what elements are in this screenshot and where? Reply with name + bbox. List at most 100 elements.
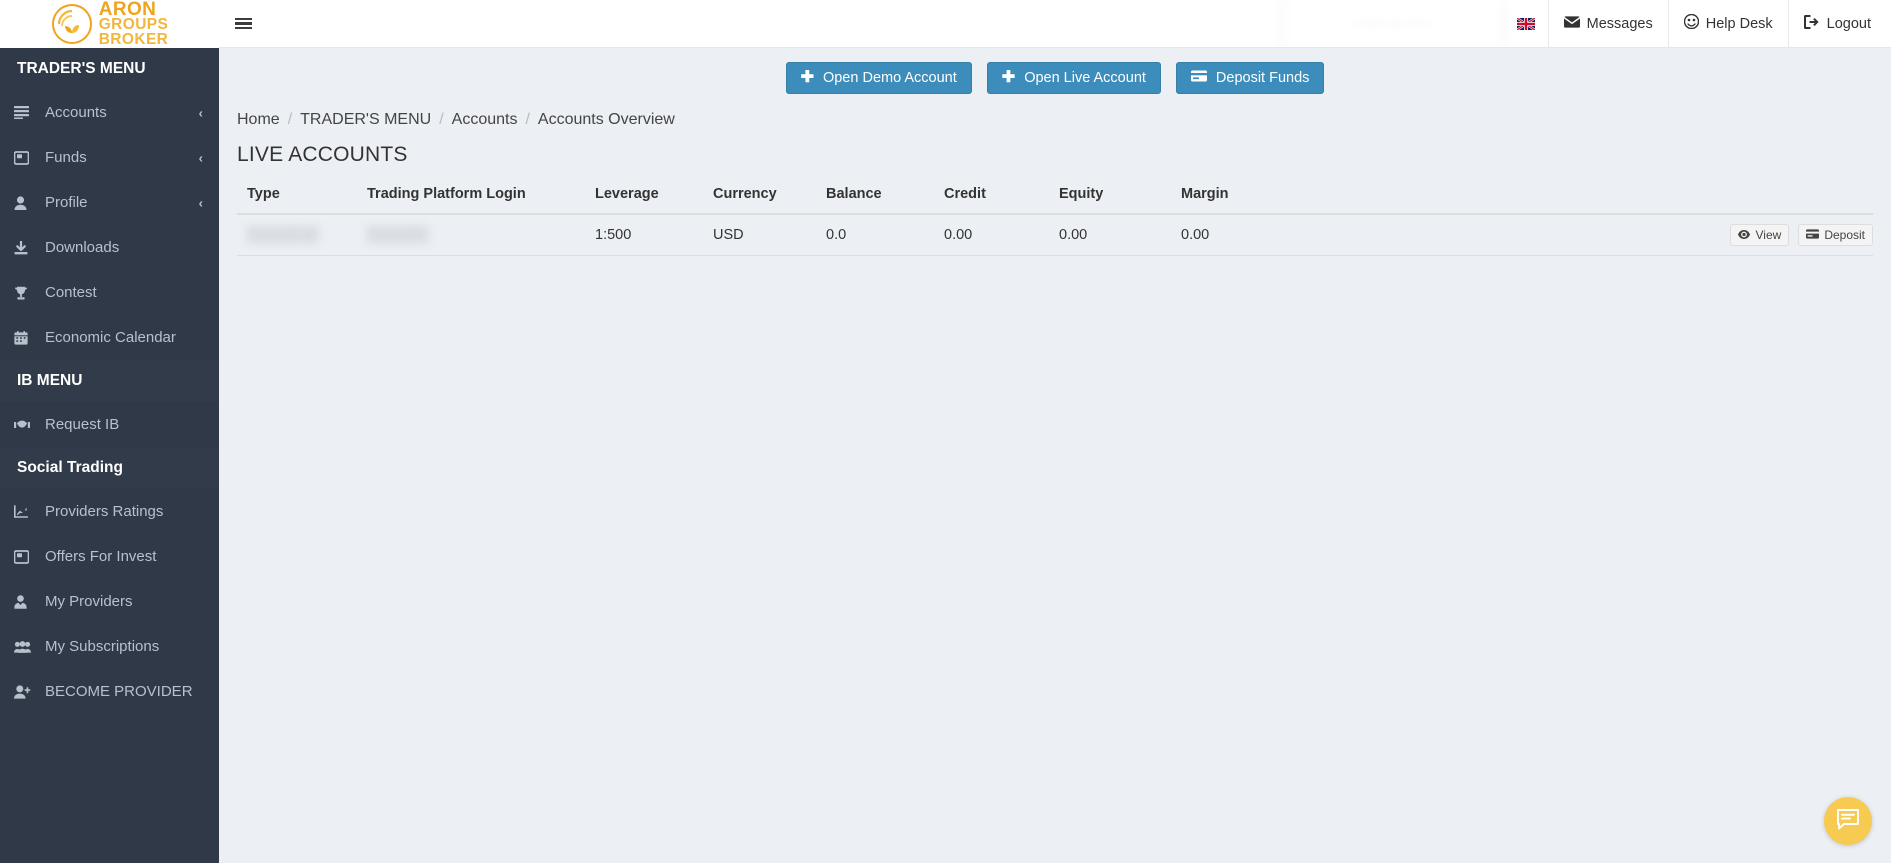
column-header-leverage: Leverage <box>585 177 703 215</box>
sidebar-item-label: My Providers <box>45 593 133 610</box>
brand-line-3: BROKER <box>98 30 169 48</box>
live-accounts-table-wrapper: Type Trading Platform Login Leverage Cur… <box>219 177 1891 256</box>
user-plus-icon <box>14 684 36 699</box>
sidebar-item-label: Accounts <box>45 104 107 121</box>
credit-card-icon <box>1806 228 1820 242</box>
breadcrumb: Home / TRADER'S MENU / Accounts / Accoun… <box>219 103 1891 129</box>
sidebar-item-providers-ratings[interactable]: Providers Ratings <box>0 489 219 534</box>
breadcrumb-separator: / <box>287 111 293 128</box>
language-selector[interactable] <box>1504 0 1549 47</box>
plus-icon: ✚ <box>1001 68 1016 86</box>
sidebar-item-label: My Subscriptions <box>45 638 160 655</box>
user-tie-icon <box>14 594 36 609</box>
sidebar-item-my-providers[interactable]: My Providers <box>0 579 219 624</box>
eye-icon <box>1738 228 1751 242</box>
breadcrumb-item-home[interactable]: Home <box>237 111 280 129</box>
sidebar-item-label: Providers Ratings <box>45 503 164 520</box>
sidebar-item-economic-calendar[interactable]: Economic Calendar <box>0 315 219 360</box>
deposit-account-button[interactable]: Deposit <box>1798 224 1873 246</box>
cell-leverage: 1:500 <box>585 214 703 256</box>
sidebar-section-traders-menu: TRADER'S MENU <box>0 48 219 90</box>
sidebar-item-downloads[interactable]: Downloads <box>0 225 219 270</box>
sidebar-item-contest[interactable]: Contest <box>0 270 219 315</box>
cell-balance: 0.0 <box>816 214 934 256</box>
sidebar-item-profile[interactable]: Profile ‹ <box>0 180 219 225</box>
sidebar-item-label: Funds <box>45 149 87 166</box>
cell-type: ███████ <box>237 214 357 256</box>
sidebar-item-label: Downloads <box>45 239 120 256</box>
headset-icon <box>1683 13 1699 33</box>
brand-logo[interactable]: ARON GROUPS BROKER <box>0 0 219 48</box>
wallet-icon <box>14 150 36 165</box>
breadcrumb-separator: / <box>439 111 444 128</box>
open-demo-account-label: Open Demo Account <box>822 69 957 86</box>
account-actions-bar: ✚ Open Demo Account ✚ Open Live Account … <box>219 48 1891 103</box>
breadcrumb-item-traders-menu[interactable]: TRADER'S MENU <box>300 111 431 129</box>
sidebar-item-become-provider[interactable]: BECOME PROVIDER <box>0 669 219 714</box>
header-spacer <box>267 0 1282 47</box>
chevron-left-icon: ‹ <box>198 150 203 165</box>
sidebar-item-offers-for-invest[interactable]: Offers For Invest <box>0 534 219 579</box>
envelope-icon <box>1563 15 1580 32</box>
table-body: ███████ ██████ 1:500 USD 0.0 0.00 0.00 0… <box>237 214 1873 256</box>
cell-login: ██████ <box>357 214 585 256</box>
trophy-icon <box>14 286 36 300</box>
column-header-actions <box>1401 177 1873 215</box>
top-header: •••••••••••••••••• Messages Help Desk Lo… <box>219 0 1891 48</box>
messages-button[interactable]: Messages <box>1549 0 1669 47</box>
header-user-info[interactable]: •••••••••••••••••• <box>1281 0 1504 47</box>
logout-button[interactable]: Logout <box>1789 0 1891 47</box>
view-account-button[interactable]: View <box>1730 224 1790 246</box>
sidebar-item-accounts[interactable]: Accounts ‹ <box>0 90 219 135</box>
cell-equity: 0.00 <box>1049 214 1171 256</box>
table-header-row: Type Trading Platform Login Leverage Cur… <box>237 177 1873 215</box>
cell-margin: 0.00 <box>1171 214 1401 256</box>
deposit-funds-button[interactable]: Deposit Funds <box>1175 61 1325 94</box>
sidebar-section-ib-menu: IB MENU <box>0 360 219 402</box>
calendar-icon <box>14 330 36 345</box>
help-desk-button[interactable]: Help Desk <box>1669 0 1789 47</box>
column-header-margin: Margin <box>1171 177 1401 215</box>
sidebar-item-label: Request IB <box>45 416 120 433</box>
wallet-icon <box>14 549 36 564</box>
chevron-left-icon: ‹ <box>198 105 203 120</box>
chat-bubble-icon <box>1835 807 1861 836</box>
page-title: LIVE ACCOUNTS <box>237 143 408 166</box>
help-desk-label: Help Desk <box>1705 15 1773 32</box>
sidebar-section-social-trading: Social Trading <box>0 447 219 489</box>
open-demo-account-button[interactable]: ✚ Open Demo Account <box>785 61 972 94</box>
breadcrumb-item-accounts-overview[interactable]: Accounts Overview <box>538 111 675 129</box>
breadcrumb-item-accounts[interactable]: Accounts <box>452 111 518 129</box>
sidebar-item-label: Contest <box>45 284 97 301</box>
column-header-credit: Credit <box>934 177 1049 215</box>
hamburger-icon[interactable] <box>219 0 267 47</box>
sidebar-item-funds[interactable]: Funds ‹ <box>0 135 219 180</box>
plus-icon: ✚ <box>800 68 814 86</box>
table-row[interactable]: ███████ ██████ 1:500 USD 0.0 0.00 0.00 0… <box>237 214 1873 256</box>
cell-currency: USD <box>703 214 816 256</box>
live-accounts-table: Type Trading Platform Login Leverage Cur… <box>237 177 1873 256</box>
sidebar-item-my-subscriptions[interactable]: My Subscriptions <box>0 624 219 669</box>
deposit-label: Deposit <box>1824 228 1865 242</box>
aron-groups-logo-icon <box>51 3 93 45</box>
handshake-icon <box>14 419 36 430</box>
sidebar-item-request-ib[interactable]: Request IB <box>0 402 219 447</box>
main-content: ✚ Open Demo Account ✚ Open Live Account … <box>219 48 1891 863</box>
download-icon <box>14 240 36 255</box>
sidebar-item-label: Profile <box>45 194 88 211</box>
open-live-account-label: Open Live Account <box>1024 69 1146 86</box>
sidebar-item-label: Offers For Invest <box>45 548 157 565</box>
chat-widget-button[interactable] <box>1824 797 1872 845</box>
uk-flag-icon <box>1516 17 1535 30</box>
open-live-account-button[interactable]: ✚ Open Live Account <box>986 61 1161 94</box>
column-header-currency: Currency <box>703 177 816 215</box>
table-header: Type Trading Platform Login Leverage Cur… <box>237 177 1873 215</box>
messages-label: Messages <box>1586 15 1653 32</box>
cell-actions: View Deposit <box>1401 214 1873 256</box>
chart-line-icon <box>14 505 36 518</box>
list-icon <box>14 106 36 119</box>
chevron-left-icon: ‹ <box>198 195 203 210</box>
sidebar-item-label: Economic Calendar <box>45 329 176 346</box>
credit-card-icon <box>1190 70 1207 86</box>
logout-label: Logout <box>1826 15 1871 32</box>
